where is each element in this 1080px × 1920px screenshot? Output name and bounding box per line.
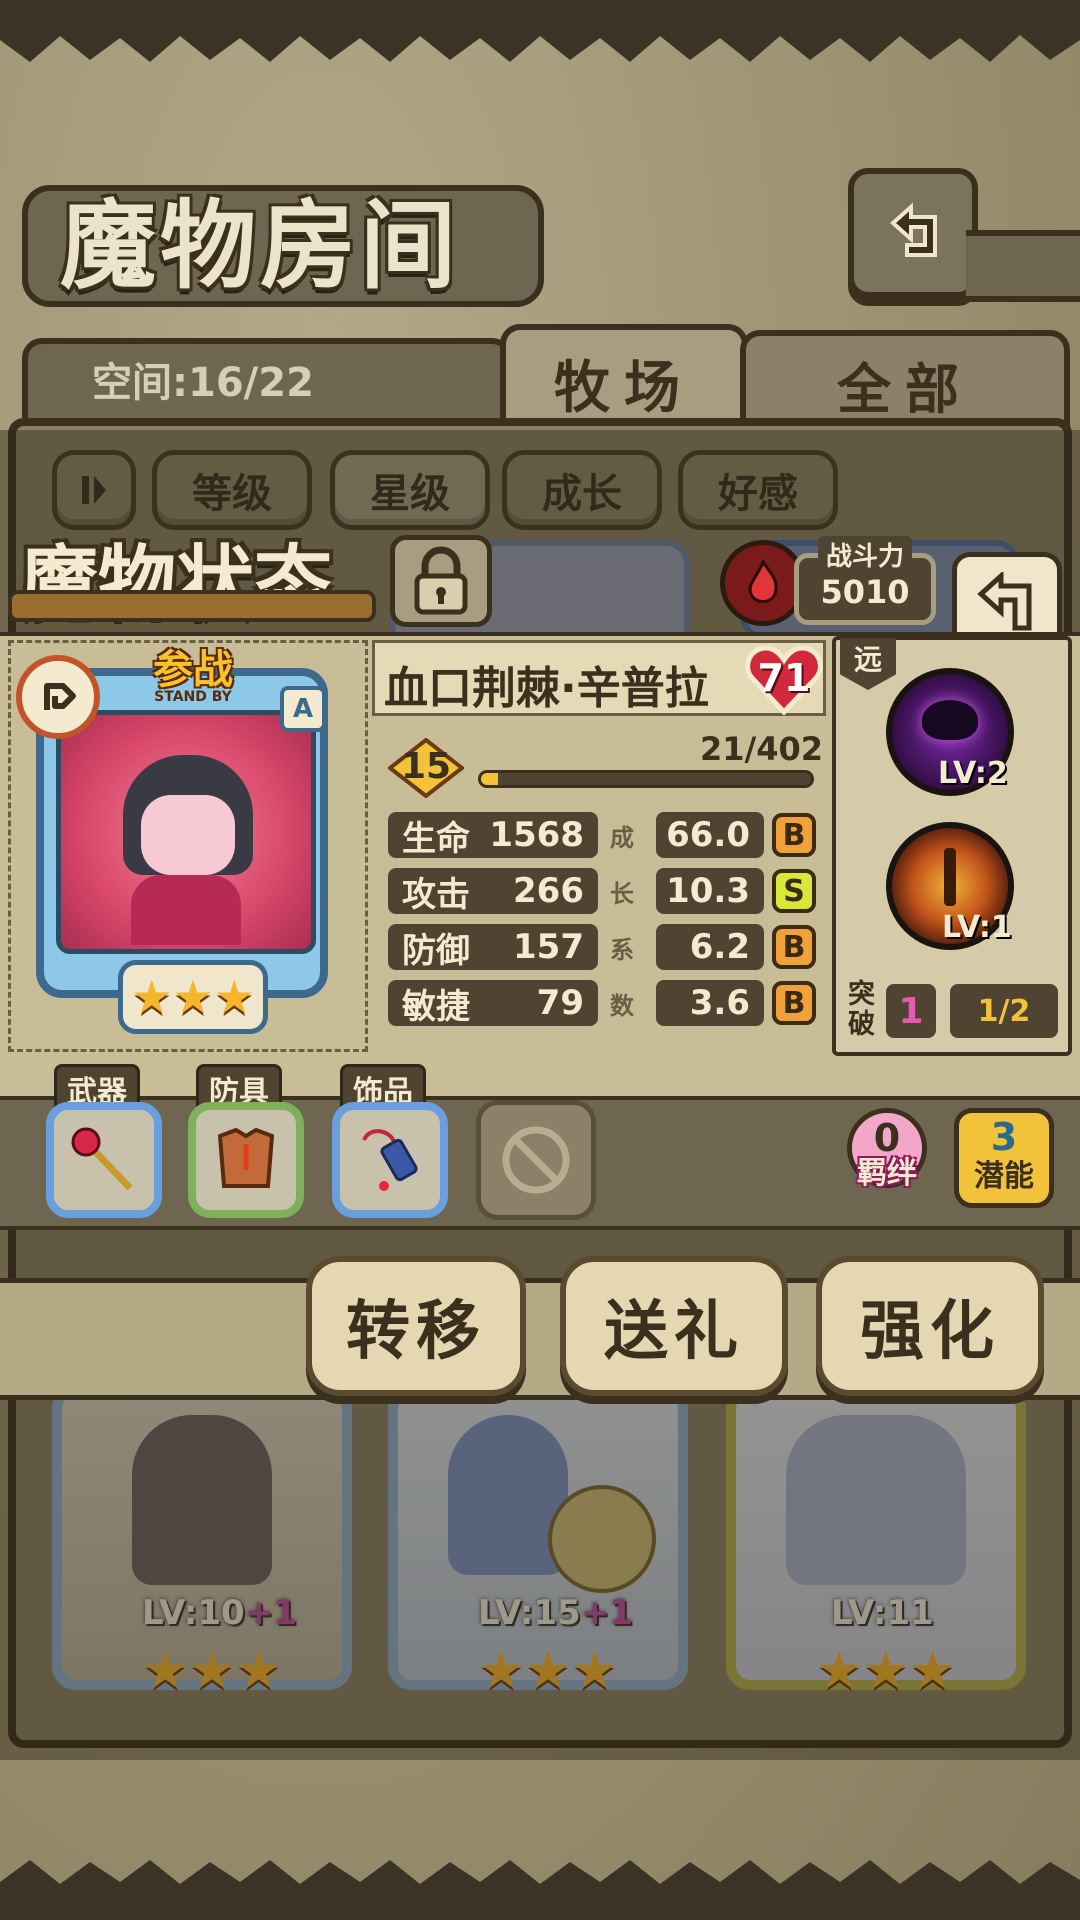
breakthrough-row: 突破 1 1/2 — [842, 980, 1066, 1044]
power-value: 5010 — [820, 573, 910, 611]
swap-button[interactable] — [16, 655, 100, 739]
growth-char: 系 — [610, 936, 634, 964]
growth-char: 长 — [610, 880, 634, 908]
stand-by-label: 参战 — [153, 647, 233, 693]
stat-grade: B — [772, 925, 816, 969]
space-count: 空间:16/22 — [92, 360, 314, 406]
stat-label: 防御 — [402, 930, 470, 971]
stat-grade: B — [772, 981, 816, 1025]
affection-heart: 71 — [744, 642, 824, 718]
stat-coef: 10.3 — [666, 871, 750, 911]
tab-all-label: 全部 — [837, 357, 973, 421]
star-icon: ★★★ — [131, 970, 255, 1024]
stat-label: 攻击 — [402, 874, 470, 915]
stand-by-en: STAND BY — [154, 689, 232, 705]
stat-row: 防御 157 系 6.2 B — [388, 924, 818, 971]
skill-2-level: LV:1 — [942, 910, 1012, 945]
return-icon — [889, 202, 937, 257]
stat-row: 敏捷 79 数 3.6 B — [388, 980, 818, 1027]
page-title: 魔物房间 — [60, 190, 460, 302]
back-button[interactable] — [848, 168, 978, 298]
stat-value: 1568 — [489, 815, 584, 855]
gift-button[interactable]: 送礼 — [560, 1256, 788, 1396]
charm-icon — [362, 1129, 418, 1191]
stat-coef-pill: 10.3 — [656, 868, 764, 914]
potential-label: 潜能 — [974, 1159, 1034, 1194]
level-badge: 15 — [386, 737, 466, 799]
portrait-stars: ★★★ — [118, 960, 268, 1034]
monster-face — [141, 795, 235, 875]
shadow-beast-skill-icon — [922, 700, 978, 740]
stat-value: 266 — [513, 871, 584, 911]
lock-button[interactable] — [390, 535, 492, 627]
growth-char: 数 — [610, 992, 634, 1020]
stat-grade: S — [772, 869, 816, 913]
flame-sword-skill-icon — [944, 848, 956, 906]
breakthrough-label: 突破 — [848, 979, 875, 1040]
power-badge: 战斗力 5010 — [794, 536, 936, 625]
swap-arrow-icon — [44, 683, 76, 710]
monster-name: 血口荆棘·辛普拉 — [384, 663, 709, 714]
growth-char: 成 — [610, 824, 634, 852]
stats-table: 生命 1568 成 66.0 B 攻击 266 长 10.3 S 防御 157 系 6.2 B 敏捷 79 数 3.… — [388, 812, 818, 1036]
bond-button[interactable]: 0 羁绊 — [842, 1108, 932, 1208]
stat-value: 79 — [536, 983, 584, 1023]
stat-coef: 3.6 — [689, 983, 750, 1023]
power-label: 战斗力 — [817, 536, 912, 573]
stat-value-pill: 敏捷 79 — [388, 980, 598, 1027]
potential-value: 3 — [990, 1115, 1018, 1159]
stat-value-pill: 防御 157 — [388, 924, 598, 971]
top-torn-edge — [0, 0, 1080, 62]
skill-2-button[interactable]: LV:1 — [886, 822, 1014, 950]
stat-row: 生命 1568 成 66.0 B — [388, 812, 818, 859]
scepter-icon — [71, 1127, 133, 1191]
bond-label: 羁绊 — [857, 1156, 917, 1191]
status-title-underline — [8, 590, 376, 622]
rank-badge: A — [280, 686, 326, 732]
breakthrough-progress: 1/2 — [977, 993, 1031, 1029]
stat-coef: 66.0 — [666, 815, 750, 855]
skill-1-level: LV:2 — [938, 756, 1008, 791]
stat-coef-pill: 6.2 — [656, 924, 764, 970]
breakthrough-value-box: 1 — [886, 984, 936, 1038]
level-value: 15 — [400, 746, 452, 787]
tab-farm-label: 牧场 — [554, 355, 694, 421]
monster-portrait — [56, 710, 316, 954]
transfer-button[interactable]: 转移 — [306, 1256, 526, 1396]
exp-bar-fill — [481, 773, 499, 785]
prohibited-icon — [502, 1126, 570, 1194]
range-label: 远 — [853, 643, 882, 676]
armor-slot[interactable] — [188, 1102, 304, 1218]
exp-text: 21/402 — [700, 730, 824, 768]
stand-by-badge: 参战 STAND BY — [128, 650, 258, 704]
enhance-button[interactable]: 强化 — [816, 1256, 1044, 1396]
stat-label: 生命 — [402, 818, 470, 859]
breakthrough-value: 1 — [898, 990, 924, 1032]
stat-value-pill: 攻击 266 — [388, 868, 598, 915]
rank-letter: A — [292, 694, 314, 724]
stat-coef-pill: 3.6 — [656, 980, 764, 1026]
accessory-slot[interactable] — [332, 1102, 448, 1218]
monster-body — [131, 875, 241, 945]
skill-1-button[interactable]: LV:2 — [886, 668, 1014, 796]
breakthrough-progress-box: 1/2 — [950, 984, 1058, 1038]
affection-value: 71 — [757, 656, 811, 700]
stat-value: 157 — [513, 927, 584, 967]
potential-button[interactable]: 3 潜能 — [954, 1108, 1054, 1208]
stat-value-pill: 生命 1568 — [388, 812, 598, 859]
armor-icon — [217, 1127, 275, 1188]
stat-row: 攻击 266 长 10.3 S — [388, 868, 818, 915]
lock-icon — [414, 546, 468, 615]
stat-coef: 6.2 — [689, 927, 750, 967]
exp-bar — [478, 770, 814, 788]
stat-grade: B — [772, 813, 816, 857]
header-bar-right — [966, 230, 1080, 302]
weapon-slot[interactable] — [46, 1102, 162, 1218]
stat-label: 敏捷 — [402, 986, 470, 1027]
empty-slot[interactable] — [476, 1100, 596, 1220]
bottom-torn-edge — [0, 1860, 1080, 1920]
stat-coef-pill: 66.0 — [656, 812, 764, 858]
return-arrow-icon — [977, 572, 1032, 631]
